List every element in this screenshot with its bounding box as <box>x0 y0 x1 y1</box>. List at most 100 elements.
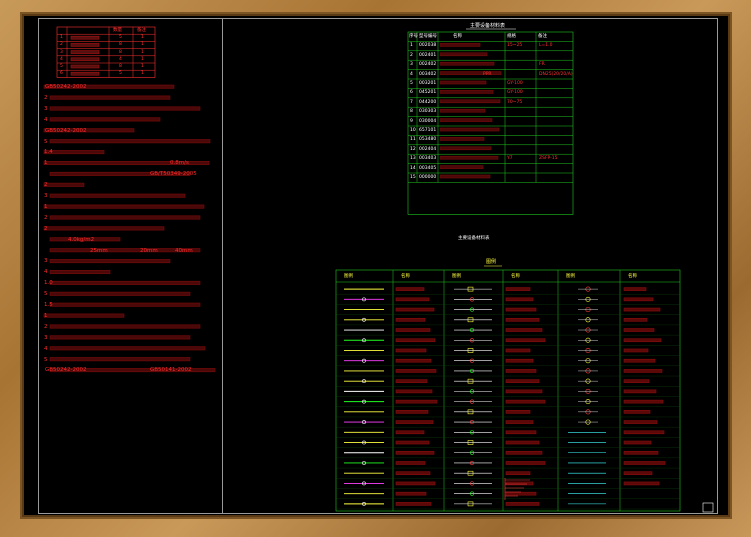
legend-name-block <box>395 491 427 496</box>
legend-name-block <box>395 307 435 312</box>
legend-name-block <box>505 471 531 476</box>
legend-name-block <box>623 410 651 414</box>
legend-name-block <box>505 297 534 302</box>
legend-header-cell: 图例 <box>566 274 575 279</box>
note-text: 20mm <box>140 247 158 254</box>
legend-name-block <box>505 379 540 383</box>
note-text-line <box>43 313 125 318</box>
materials-table-index: 4 <box>410 71 413 77</box>
legend-name-block <box>623 481 660 486</box>
materials-table-code: 044200 <box>419 99 437 105</box>
note-text: GB/T50349-2005 <box>150 171 197 178</box>
note-text: 3 <box>44 105 48 112</box>
note-text-line <box>49 269 111 274</box>
materials-table-name-block <box>439 99 501 104</box>
materials-table-code: 002038 <box>419 43 437 49</box>
legend-name-block <box>623 287 647 291</box>
legend-name-block <box>395 430 425 435</box>
legend-name-block <box>505 491 537 496</box>
note-text-line <box>49 215 201 220</box>
legend-name-block <box>623 420 658 424</box>
materials-table-name-block <box>439 137 485 141</box>
materials-table-header-cell: 备注 <box>538 34 547 39</box>
materials-table-index: 6 <box>410 90 413 96</box>
note-text: 40mm <box>175 247 193 254</box>
sheet-corner-mark <box>702 502 714 513</box>
materials-table-spec: 15~25 <box>507 43 523 49</box>
legend-name-block <box>395 410 429 414</box>
notes-table-cell: 3 <box>60 49 63 55</box>
legend-name-block <box>395 389 433 394</box>
note-text: 1 <box>44 312 48 319</box>
note-text: 5 <box>44 138 48 145</box>
notes-table-cell-text-block <box>70 64 100 69</box>
materials-table-name-block <box>439 61 495 66</box>
materials-table-index: 11 <box>410 137 416 143</box>
note-text: 4.0kg/m2 <box>68 236 95 243</box>
legend-name-block <box>623 338 662 343</box>
notes-table-cell: 1 <box>141 71 144 77</box>
materials-table-note: FR <box>539 62 545 68</box>
notes-table-cell-text-block <box>70 43 100 47</box>
legend-name-block <box>505 502 540 506</box>
materials-table-name-block <box>439 80 487 85</box>
legend-name-block <box>623 348 649 353</box>
materials-table-name-block <box>439 52 488 57</box>
materials-table-name-block <box>439 174 491 179</box>
note-text-line <box>49 117 161 122</box>
materials-table-code: 003403 <box>419 156 437 162</box>
materials-table-note: L=1.0 <box>539 43 553 49</box>
note-text-line <box>43 226 165 231</box>
materials-table-code: 045201 <box>419 90 437 96</box>
legend-name-block <box>623 307 661 312</box>
legend-name-block <box>395 287 425 291</box>
legend-name-block <box>623 471 653 476</box>
note-text-line <box>43 182 85 187</box>
legend-name-block <box>623 358 656 363</box>
legend-name-block <box>623 379 650 383</box>
note-text: 5 <box>44 356 48 363</box>
notes-table-cell: 1 <box>141 49 144 55</box>
legend-header-cell: 图例 <box>452 274 461 279</box>
note-text: 4 <box>44 116 48 123</box>
materials-table-name-block <box>439 165 484 169</box>
materials-table-name-block <box>439 90 494 94</box>
notes-table-header-cell: 备注 <box>137 28 146 33</box>
notes-table-cell: 8 <box>119 49 122 55</box>
materials-table-footer: 主要设备材料表 <box>458 236 490 241</box>
notes-table-cell: 6 <box>60 71 63 77</box>
materials-table-note: ZSFP-15 <box>539 156 558 162</box>
notes-table-cell: 5 <box>60 64 63 69</box>
note-text: 5 <box>44 291 48 298</box>
materials-table-code: 002404 <box>419 146 437 152</box>
legend-name-block <box>395 450 435 455</box>
legend-name-block <box>505 328 543 332</box>
note-text: GB50242-2002 <box>45 127 87 134</box>
legend-name-block <box>505 410 531 414</box>
notes-table-cell: 4 <box>119 56 122 62</box>
materials-table-note: DN25(20/20/A) <box>539 71 573 77</box>
notes-table-cell: 4 <box>60 56 63 62</box>
legend-header-cell: 图例 <box>344 274 353 279</box>
cad-drawing <box>43 26 714 513</box>
notes-table-cell-text-block <box>70 57 100 62</box>
legend-name-block <box>505 461 546 465</box>
notes-table-cell: 8 <box>119 64 122 69</box>
legend-name-block <box>395 461 426 465</box>
legend-name-block <box>395 379 428 383</box>
legend-name-block <box>505 369 537 373</box>
materials-table-spec: 70~75 <box>507 99 523 105</box>
legend-name-block <box>623 461 666 465</box>
note-text: 3 <box>44 334 48 341</box>
legend-name-block <box>505 440 540 445</box>
note-text: 1.0 <box>44 280 53 287</box>
note-text: 25mm <box>90 247 108 254</box>
legend-name-block <box>505 481 534 486</box>
legend-name-block <box>505 430 537 435</box>
legend-name-block <box>623 297 654 302</box>
note-text-line <box>49 302 201 307</box>
legend-name-block <box>395 338 436 343</box>
note-text-line <box>49 139 211 144</box>
note-text-line <box>49 335 191 340</box>
legend-name-block <box>395 317 426 322</box>
